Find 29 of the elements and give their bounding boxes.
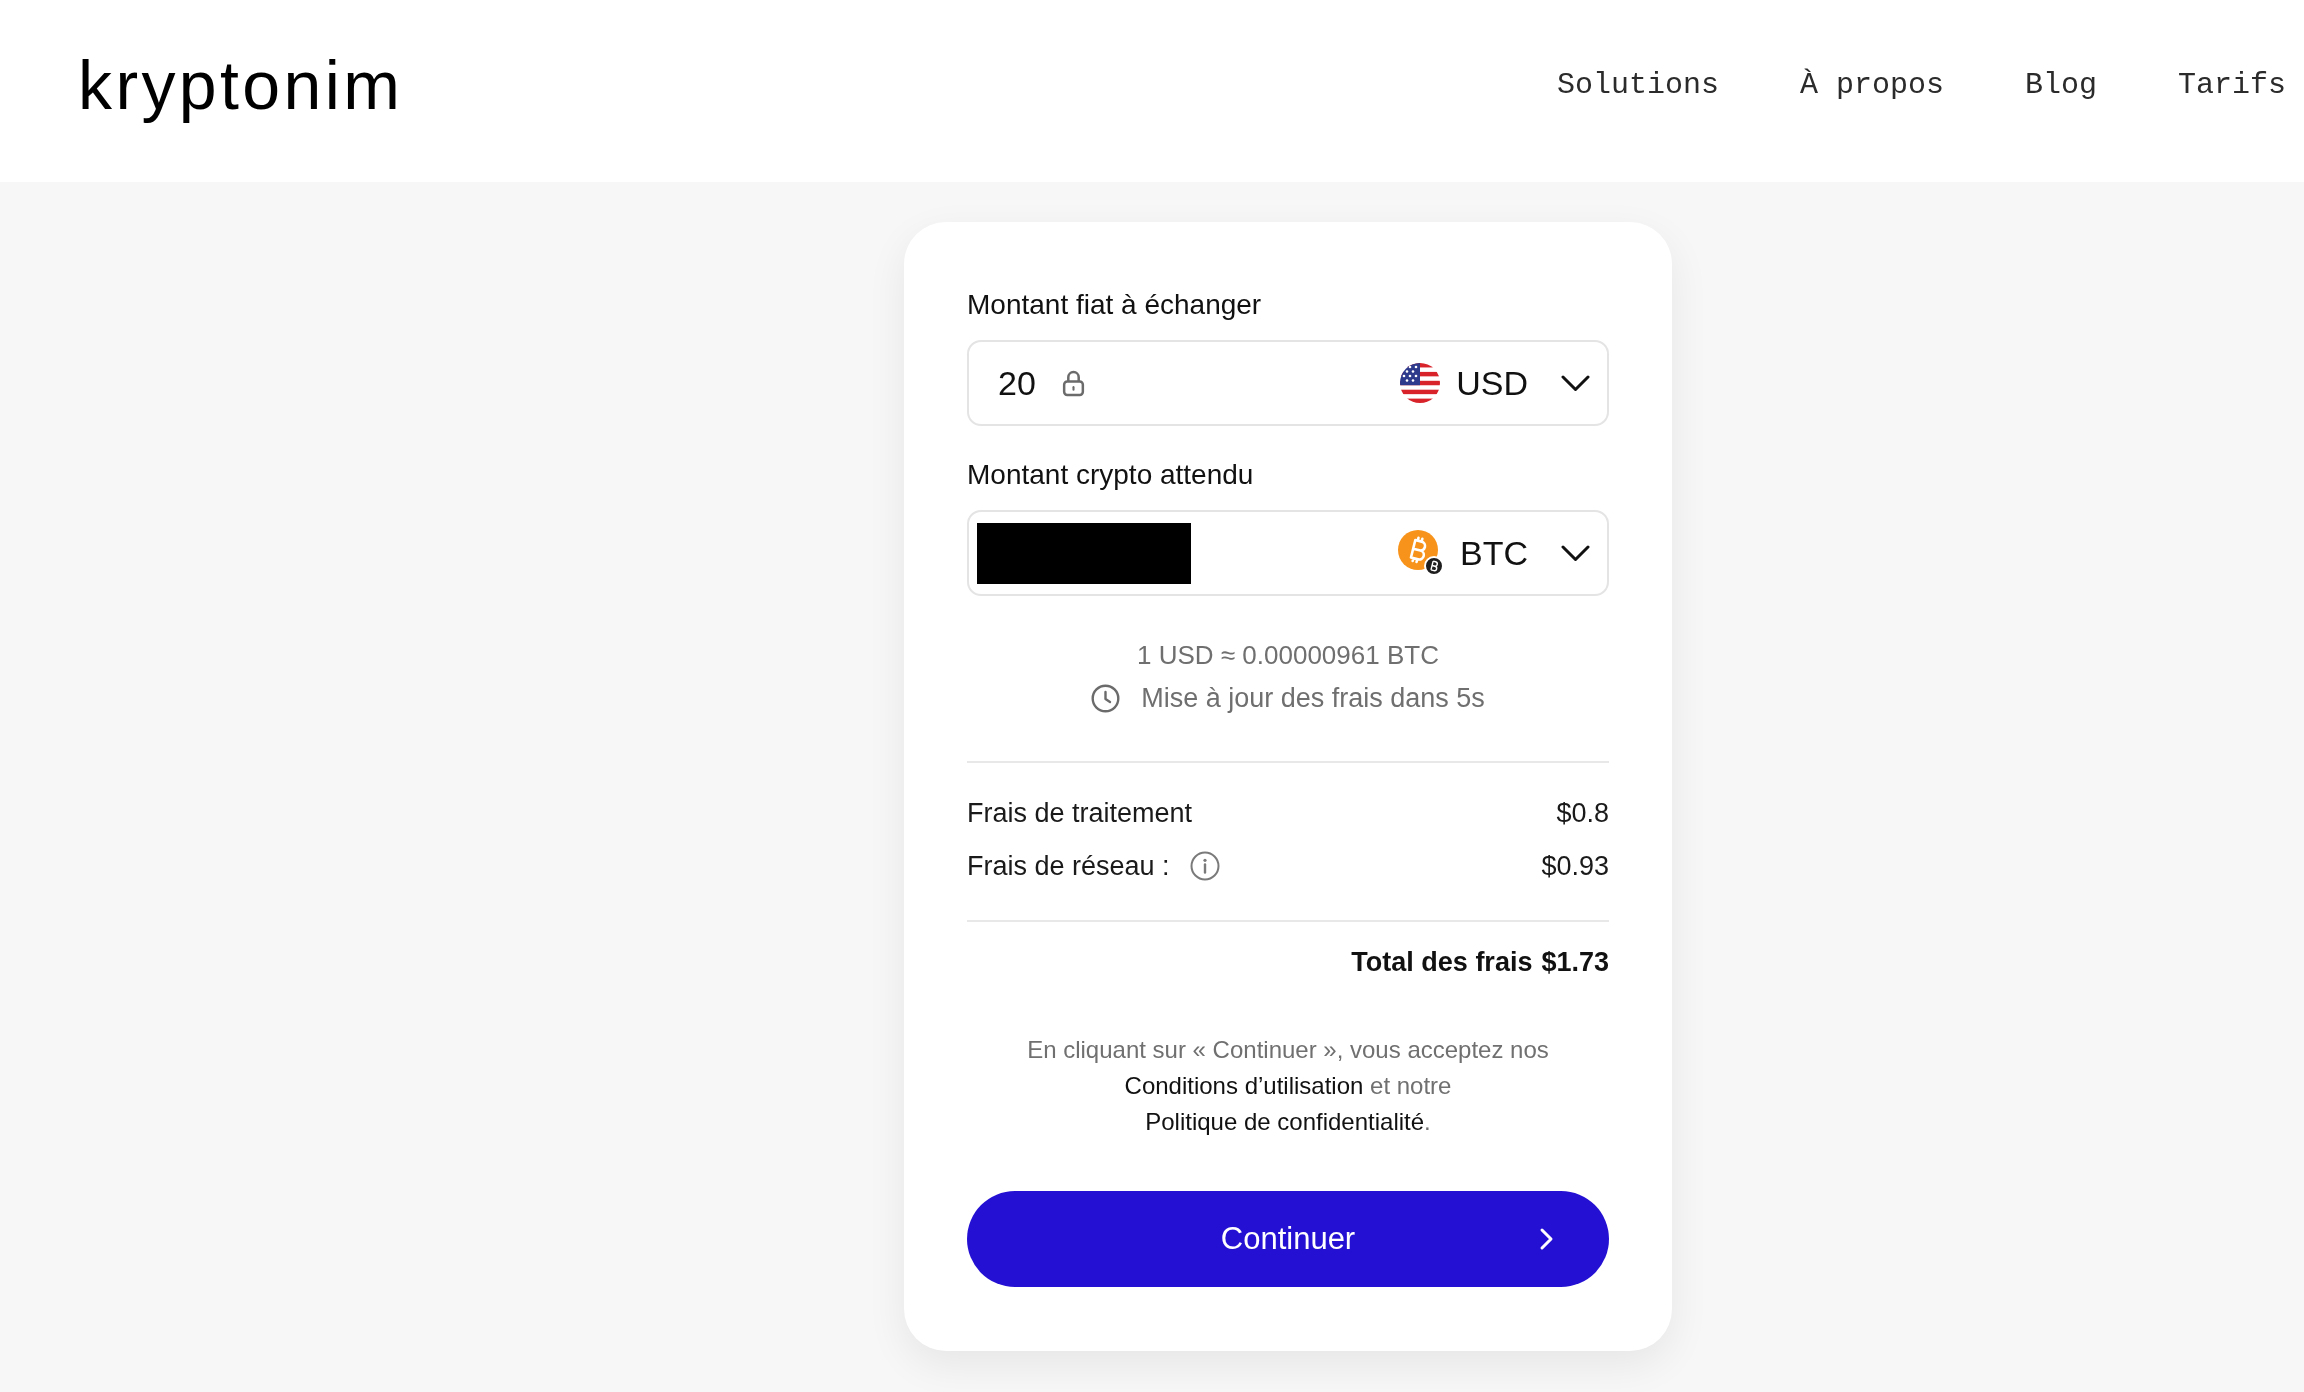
exchange-rate: 1 USD ≈ 0.00000961 BTC	[1136, 639, 1440, 672]
total-fees-label: Total des frais	[1351, 946, 1533, 979]
field-label: Montant fiat à échanger	[967, 288, 1263, 322]
nav-link[interactable]: Solutions	[1556, 67, 1719, 103]
field-label: Montant crypto attendu	[967, 458, 1255, 492]
nav-link[interactable]: Blog	[2024, 67, 2097, 103]
currency-dropdown[interactable]: USD	[1400, 363, 1590, 403]
refresh-note: Mise à jour des frais dans 5s	[1141, 682, 1485, 715]
fee-label: Frais de traitement	[967, 797, 1193, 830]
flag-icon	[1400, 363, 1441, 403]
currency-dropdown[interactable]: BTC	[1398, 530, 1590, 576]
caret-icon	[1561, 544, 1590, 562]
amount-field[interactable]: BTC	[967, 510, 1609, 596]
total-fees-amount: $1.73	[1541, 946, 1609, 979]
bitcoin-icon	[1398, 530, 1444, 576]
legal-link[interactable]: Conditions d’utilisation	[1124, 1072, 1364, 1099]
legal-link[interactable]: Politique de confidentialité	[1145, 1108, 1425, 1135]
chevron-right-icon	[1539, 1227, 1554, 1251]
nav-link[interactable]: À propos	[1799, 67, 1944, 103]
fee-label: Frais de réseau :	[967, 850, 1170, 883]
info-icon[interactable]	[1189, 851, 1220, 881]
continue-button[interactable]: Continuer	[967, 1191, 1609, 1287]
clock-icon	[1091, 683, 1121, 713]
fee-amount: $0.8	[1556, 797, 1609, 830]
fee-amount: $0.93	[1541, 850, 1609, 883]
nav-link[interactable]: Tarifs	[2177, 67, 2286, 103]
caret-icon	[1561, 374, 1590, 392]
amount-field[interactable]: 20 USD	[967, 340, 1609, 426]
terms-notice: En cliquant sur « Continuer », vous acceptez nos Conditions d’utilisation et notre Politique de confidentialité.	[1026, 1035, 1550, 1137]
